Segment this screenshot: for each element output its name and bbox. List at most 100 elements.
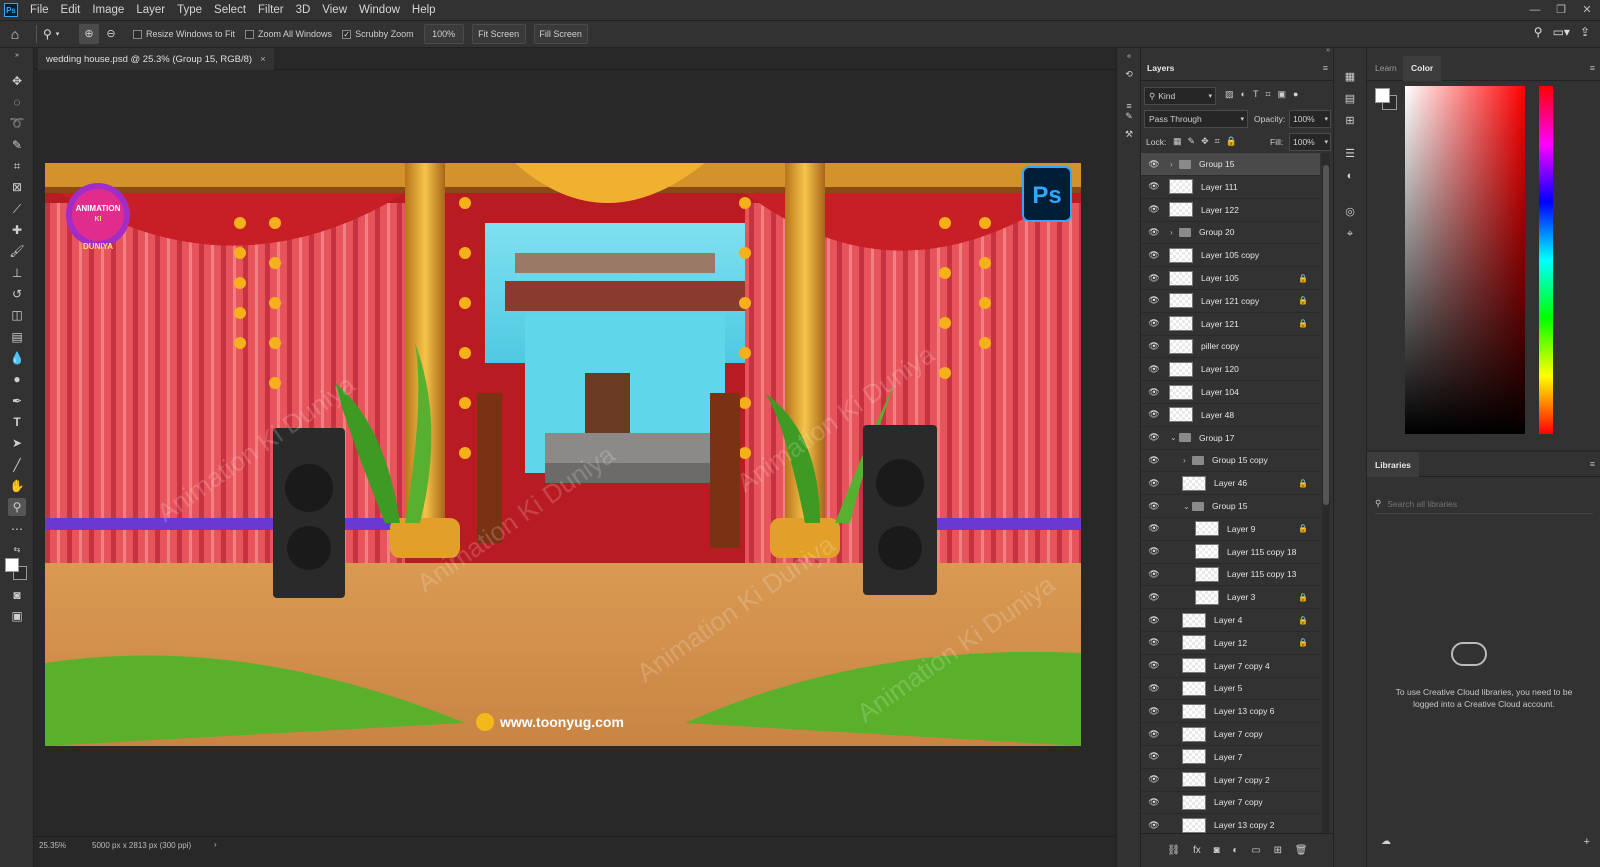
layer-row[interactable]: 👁 Layer 7 bbox=[1141, 746, 1320, 769]
foreground-swatch[interactable] bbox=[1375, 88, 1390, 103]
visibility-eye-icon[interactable]: 👁 bbox=[1148, 204, 1160, 216]
lock-paint-icon[interactable]: ✎ bbox=[1188, 136, 1196, 147]
gradients-icon[interactable]: ▤ bbox=[1342, 90, 1358, 106]
blend-mode-select[interactable]: Pass Through ▾ bbox=[1144, 110, 1248, 128]
link-layers-icon[interactable]: ⛓ bbox=[1167, 845, 1180, 856]
layer-row[interactable]: 👁 Layer 111 bbox=[1141, 176, 1320, 199]
close-window-icon[interactable]: ✕ bbox=[1574, 0, 1600, 20]
layer-row[interactable]: 👁 Layer 7 copy bbox=[1141, 723, 1320, 746]
lock-artboard-icon[interactable]: ⌗ bbox=[1215, 136, 1220, 147]
panel-menu-icon[interactable]: ≡ bbox=[1590, 63, 1595, 73]
fill-screen-button[interactable]: Fill Screen bbox=[533, 24, 588, 44]
layer-row[interactable]: 👁 Layer 13 copy 2 bbox=[1141, 814, 1320, 833]
chevron-right-icon[interactable]: › bbox=[1170, 228, 1173, 237]
visibility-eye-icon[interactable]: 👁 bbox=[1148, 295, 1160, 307]
filter-toggle-icon[interactable]: ● bbox=[1293, 89, 1298, 100]
visibility-eye-icon[interactable]: 👁 bbox=[1148, 477, 1160, 489]
visibility-eye-icon[interactable]: 👁 bbox=[1148, 432, 1160, 444]
layer-row[interactable]: 👁 Layer 4 🔒 bbox=[1141, 609, 1320, 632]
pixel-filter-icon[interactable]: ▨ bbox=[1225, 89, 1234, 100]
layer-row[interactable]: 👁 Layer 121 copy 🔒 bbox=[1141, 290, 1320, 313]
visibility-eye-icon[interactable]: 👁 bbox=[1148, 158, 1160, 170]
layer-row[interactable]: 👁 Layer 46 🔒 bbox=[1141, 472, 1320, 496]
layer-group-row[interactable]: 👁 › Group 15 copy bbox=[1141, 449, 1320, 473]
lasso-tool-icon[interactable]: ➰ bbox=[8, 114, 26, 132]
scrubby-zoom-checkbox[interactable]: ✓ Scrubby Zoom bbox=[342, 29, 414, 39]
menu-3d[interactable]: 3D bbox=[290, 0, 317, 20]
type-filter-icon[interactable]: T bbox=[1253, 89, 1259, 100]
layer-group-row[interactable]: 👁 ⌄ Group 15 bbox=[1141, 495, 1320, 518]
resize-windows-checkbox[interactable]: Resize Windows to Fit bbox=[133, 29, 235, 39]
toolbar-collapse-icon[interactable]: » bbox=[8, 50, 26, 60]
adjustment-layer-icon[interactable]: ◐ bbox=[1232, 845, 1238, 856]
crop-tool-icon[interactable]: ⌗ bbox=[8, 157, 26, 175]
layer-row[interactable]: 👁 Layer 7 copy bbox=[1141, 791, 1320, 815]
channels-icon[interactable]: ◎ bbox=[1342, 203, 1358, 219]
swap-colors-icon[interactable]: ⇆ bbox=[8, 540, 26, 558]
menu-image[interactable]: Image bbox=[86, 0, 130, 20]
color-tab[interactable]: Color bbox=[1403, 56, 1442, 81]
chevron-down-icon[interactable]: ⌄ bbox=[1183, 502, 1190, 511]
visibility-eye-icon[interactable]: 👁 bbox=[1148, 363, 1160, 375]
layer-row[interactable]: 👁 piller copy bbox=[1141, 335, 1320, 359]
chevron-right-icon[interactable]: › bbox=[1183, 456, 1186, 465]
hue-slider[interactable] bbox=[1539, 86, 1553, 434]
chevron-right-icon[interactable]: › bbox=[1170, 160, 1173, 169]
menu-type[interactable]: Type bbox=[171, 0, 208, 20]
new-layer-icon[interactable]: ⊞ bbox=[1274, 845, 1282, 856]
layer-row[interactable]: 👁 Layer 115 copy 13 bbox=[1141, 563, 1320, 587]
layer-row[interactable]: 👁 Layer 105 🔒 bbox=[1141, 267, 1320, 290]
adjustments-icon[interactable]: ◐ bbox=[1342, 168, 1358, 184]
visibility-eye-icon[interactable]: 👁 bbox=[1148, 500, 1160, 512]
visibility-eye-icon[interactable]: 👁 bbox=[1148, 682, 1160, 694]
layers-tab[interactable]: Layers bbox=[1147, 63, 1174, 73]
delete-layer-icon[interactable]: 🗑 bbox=[1295, 845, 1308, 856]
brushes-icon[interactable]: ✎ bbox=[1123, 110, 1135, 122]
layer-group-row[interactable]: 👁 › Group 15 bbox=[1141, 153, 1320, 176]
visibility-eye-icon[interactable]: 👁 bbox=[1148, 819, 1160, 831]
visibility-eye-icon[interactable]: 👁 bbox=[1148, 272, 1160, 284]
menu-window[interactable]: Window bbox=[353, 0, 406, 20]
layer-group-row[interactable]: 👁 ⌄ Group 17 bbox=[1141, 427, 1320, 450]
layer-row[interactable]: 👁 Layer 122 bbox=[1141, 199, 1320, 222]
zoom-tool-icon[interactable]: ⚲ bbox=[8, 498, 26, 516]
filter-kind-select[interactable]: ⚲ Kind ▾ bbox=[1144, 87, 1216, 105]
visibility-eye-icon[interactable]: 👁 bbox=[1148, 591, 1160, 603]
visibility-eye-icon[interactable]: 👁 bbox=[1148, 660, 1160, 672]
minimize-icon[interactable]: — bbox=[1522, 0, 1548, 20]
document-tab[interactable]: wedding house.psd @ 25.3% (Group 15, RGB… bbox=[38, 48, 274, 70]
layer-row[interactable]: 👁 Layer 3 🔒 bbox=[1141, 586, 1320, 610]
opacity-field[interactable]: 100% ▾ bbox=[1289, 110, 1331, 128]
canvas-area[interactable]: ANIMATION KI DUNIYA Ps Animation Ki Duni… bbox=[34, 70, 1116, 836]
panel-menu-icon[interactable]: ≡ bbox=[1590, 459, 1595, 469]
screen-mode-icon[interactable]: ▣ bbox=[8, 607, 26, 625]
menu-select[interactable]: Select bbox=[208, 0, 252, 20]
layer-row[interactable]: 👁 Layer 48 bbox=[1141, 404, 1320, 427]
layer-row[interactable]: 👁 Layer 7 copy 4 bbox=[1141, 655, 1320, 678]
visibility-eye-icon[interactable]: 👁 bbox=[1148, 796, 1160, 808]
learn-tab[interactable]: Learn bbox=[1375, 63, 1397, 73]
fill-field[interactable]: 100% ▾ bbox=[1289, 133, 1331, 151]
healing-brush-icon[interactable]: ✚ bbox=[8, 221, 26, 239]
pen-tool-icon[interactable]: ✒ bbox=[8, 392, 26, 410]
visibility-eye-icon[interactable]: 👁 bbox=[1148, 226, 1160, 238]
fx-icon[interactable]: fx bbox=[1193, 845, 1201, 856]
layers-scrollbar[interactable] bbox=[1322, 153, 1330, 833]
visibility-eye-icon[interactable]: 👁 bbox=[1148, 181, 1160, 193]
add-library-icon[interactable]: + bbox=[1584, 836, 1590, 848]
cloud-sync-icon[interactable]: ☁ bbox=[1381, 836, 1391, 847]
close-tab-icon[interactable]: × bbox=[260, 54, 266, 65]
layer-row[interactable]: 👁 Layer 104 bbox=[1141, 381, 1320, 404]
visibility-eye-icon[interactable]: 👁 bbox=[1148, 637, 1160, 649]
hand-tool-icon[interactable]: ✋ bbox=[8, 477, 26, 495]
workspace-icon[interactable]: ▭▾ bbox=[1553, 25, 1570, 39]
layer-row[interactable]: 👁 Layer 115 copy 18 bbox=[1141, 541, 1320, 564]
color-field[interactable] bbox=[1405, 86, 1525, 434]
layer-group-row[interactable]: 👁 › Group 20 bbox=[1141, 221, 1320, 245]
smart-object-filter-icon[interactable]: ▣ bbox=[1278, 89, 1287, 100]
zoom-all-checkbox[interactable]: Zoom All Windows bbox=[245, 29, 332, 39]
visibility-eye-icon[interactable]: 👁 bbox=[1148, 774, 1160, 786]
history-icon[interactable]: ⟲ bbox=[1123, 68, 1135, 80]
visibility-eye-icon[interactable]: 👁 bbox=[1148, 728, 1160, 740]
layer-row[interactable]: 👁 Layer 120 bbox=[1141, 358, 1320, 382]
